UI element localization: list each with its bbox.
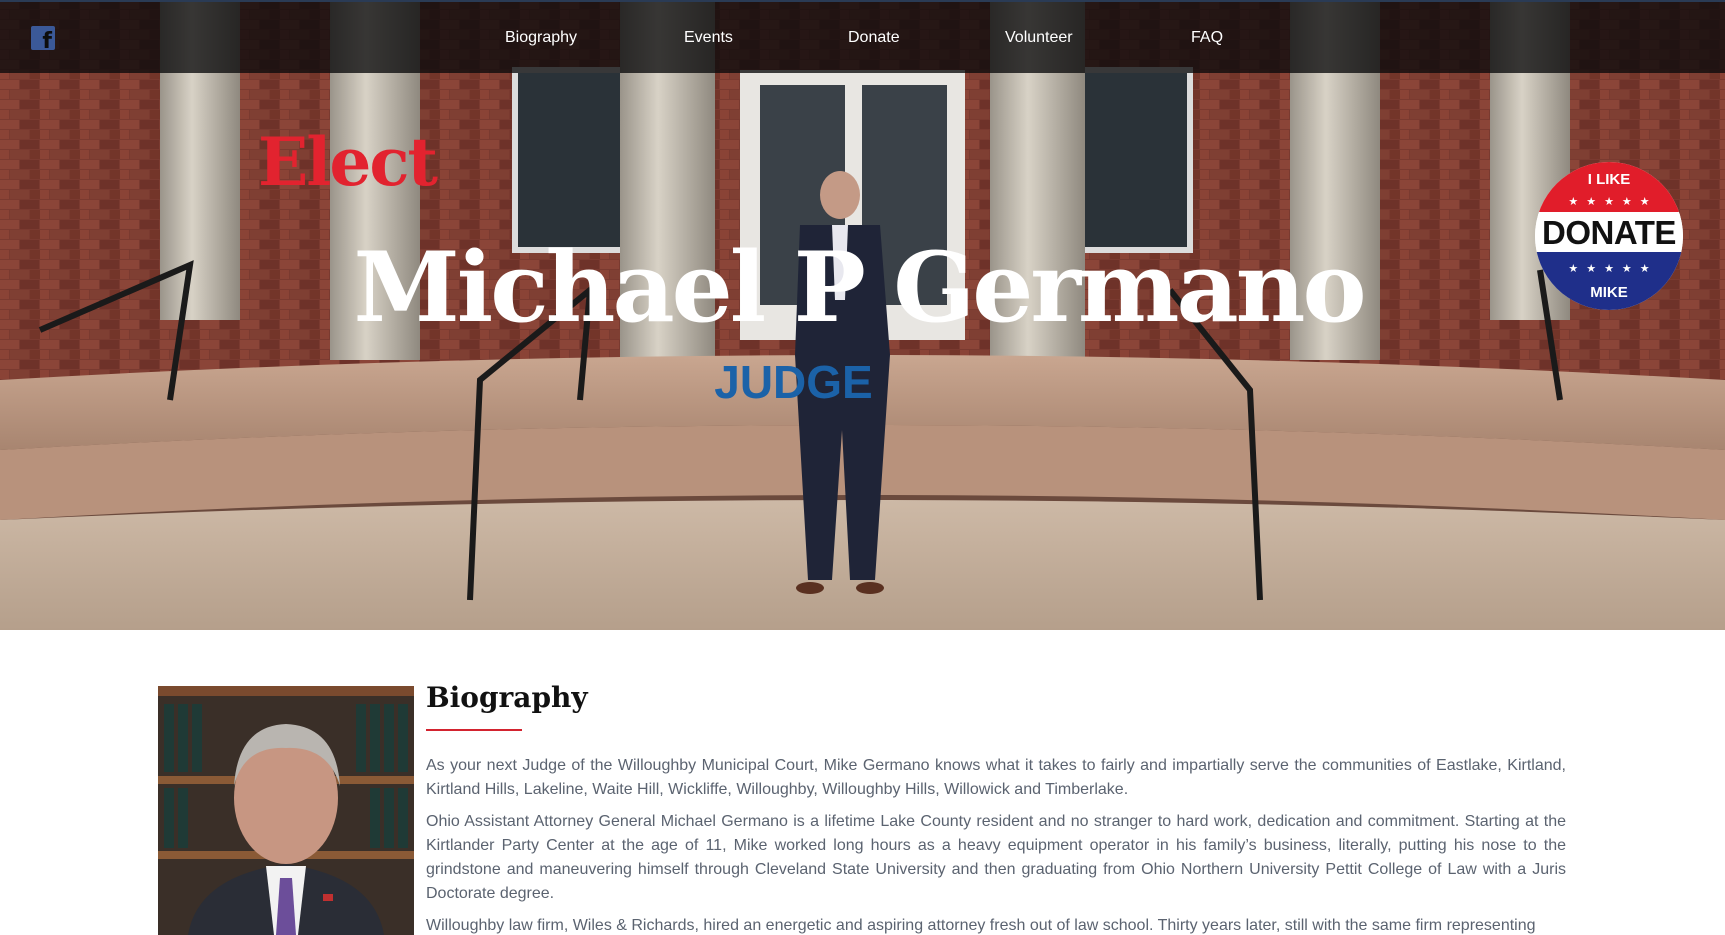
candidate-portrait xyxy=(158,686,414,935)
hero-elect-text: Elect xyxy=(258,123,438,201)
biography-paragraph: Ohio Assistant Attorney General Michael … xyxy=(426,813,1566,902)
nav-item-donate[interactable]: Donate xyxy=(848,28,900,48)
biography-heading: Biography xyxy=(426,681,588,714)
biography-text: As your next Judge of the Willoughby Mun… xyxy=(426,754,1566,935)
navbar: f Biography Events Donate Volunteer FAQ xyxy=(0,0,1725,73)
hero-candidate-name: Michael P Germano xyxy=(353,231,1366,344)
badge-main-text: DONATE xyxy=(1542,214,1676,251)
hero-office-text: JUDGE xyxy=(714,356,873,408)
biography-paragraph: Willoughby law firm, Wiles & Richards, h… xyxy=(426,917,1536,934)
page: f Biography Events Donate Volunteer FAQ … xyxy=(0,0,1725,935)
donate-badge-button[interactable]: I LIKE ★★★★★ DONATE ★★★★★ MIKE xyxy=(1535,162,1683,310)
portrait-image xyxy=(158,686,414,935)
badge-bottom-text: MIKE xyxy=(1590,284,1628,301)
badge-stars-bottom: ★★★★★ xyxy=(1568,262,1658,275)
nav-item-events[interactable]: Events xyxy=(684,28,733,48)
biography-paragraph: As your next Judge of the Willoughby Mun… xyxy=(426,757,1566,798)
nav-item-volunteer[interactable]: Volunteer xyxy=(1005,28,1073,48)
facebook-icon[interactable]: f xyxy=(31,26,55,53)
badge-top-text: I LIKE xyxy=(1587,171,1631,188)
biography-heading-underline xyxy=(426,729,522,731)
badge-stars-top: ★★★★★ xyxy=(1568,195,1658,208)
nav-item-biography[interactable]: Biography xyxy=(505,28,577,48)
nav-item-faq[interactable]: FAQ xyxy=(1191,28,1223,48)
hero-banner: f Biography Events Donate Volunteer FAQ … xyxy=(0,0,1725,630)
